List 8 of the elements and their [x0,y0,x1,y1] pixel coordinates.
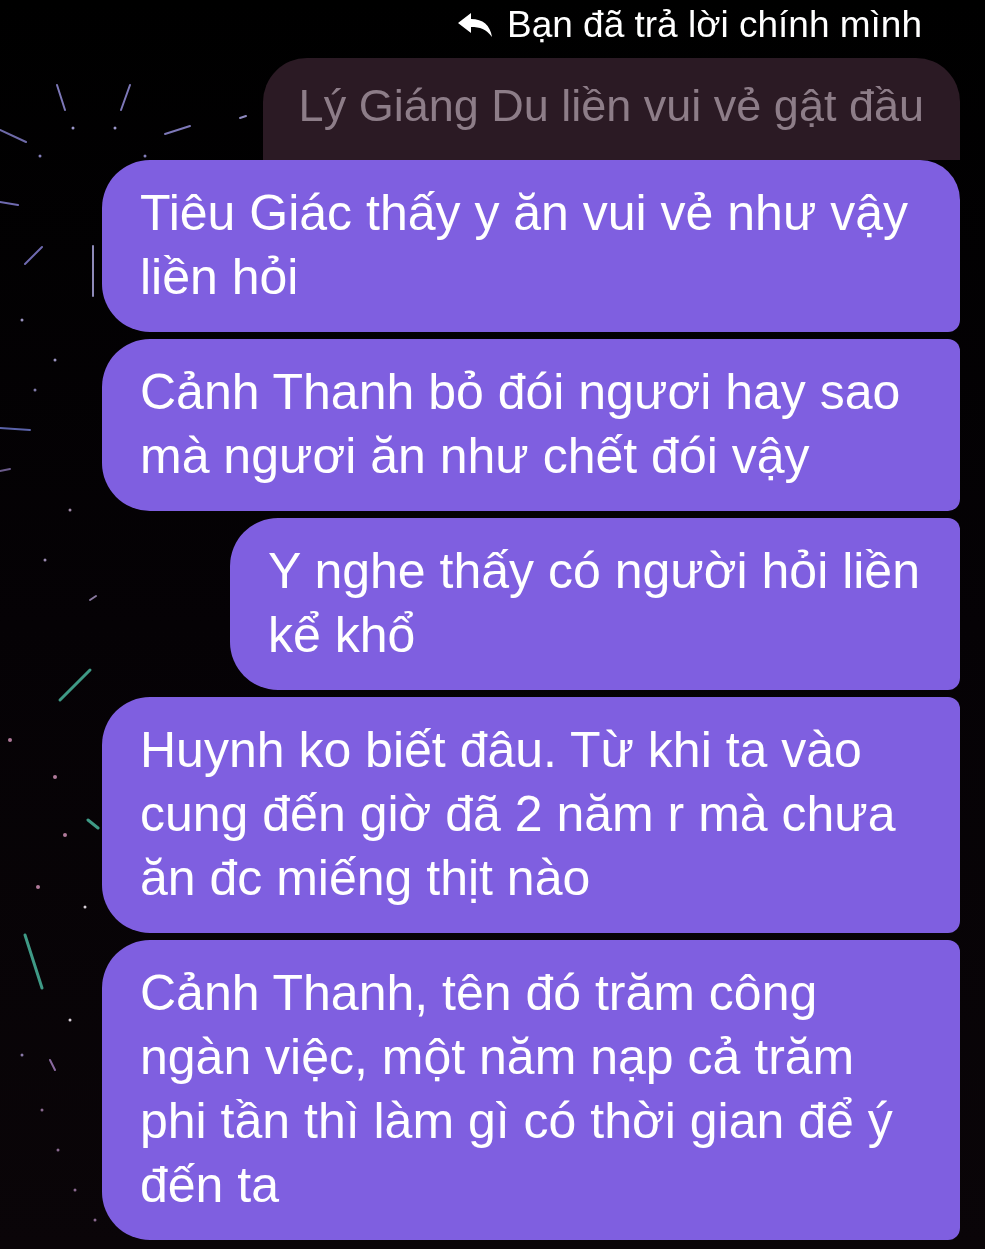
reply-arrow-icon [457,13,492,37]
message-bubble: Cảnh Thanh, tên đó trăm công ngàn việc, một năm nạp cả trăm phi tần thì làm gì có thời gian để ý đến ta [102,940,960,1240]
message-bubble: Huynh ko biết đâu. Từ khi ta vào cung đến giờ đã 2 năm r mà chưa ăn đc miếng thịt nào [102,697,960,933]
message-bubble: Tiêu Giác thấy y ăn vui vẻ như vậy liền hỏi [102,160,960,332]
message-bubble: Y nghe thấy có người hỏi liền kể khổ [230,518,960,690]
quoted-message-bubble[interactable]: Lý Giáng Du liền vui vẻ gật đầu [262,58,960,160]
reply-label: Bạn đã trả lời chính mình [506,3,922,47]
message-bubble: Cảnh Thanh bỏ đói ngươi hay sao mà ngươi ăn như chết đói vậy [102,339,960,511]
